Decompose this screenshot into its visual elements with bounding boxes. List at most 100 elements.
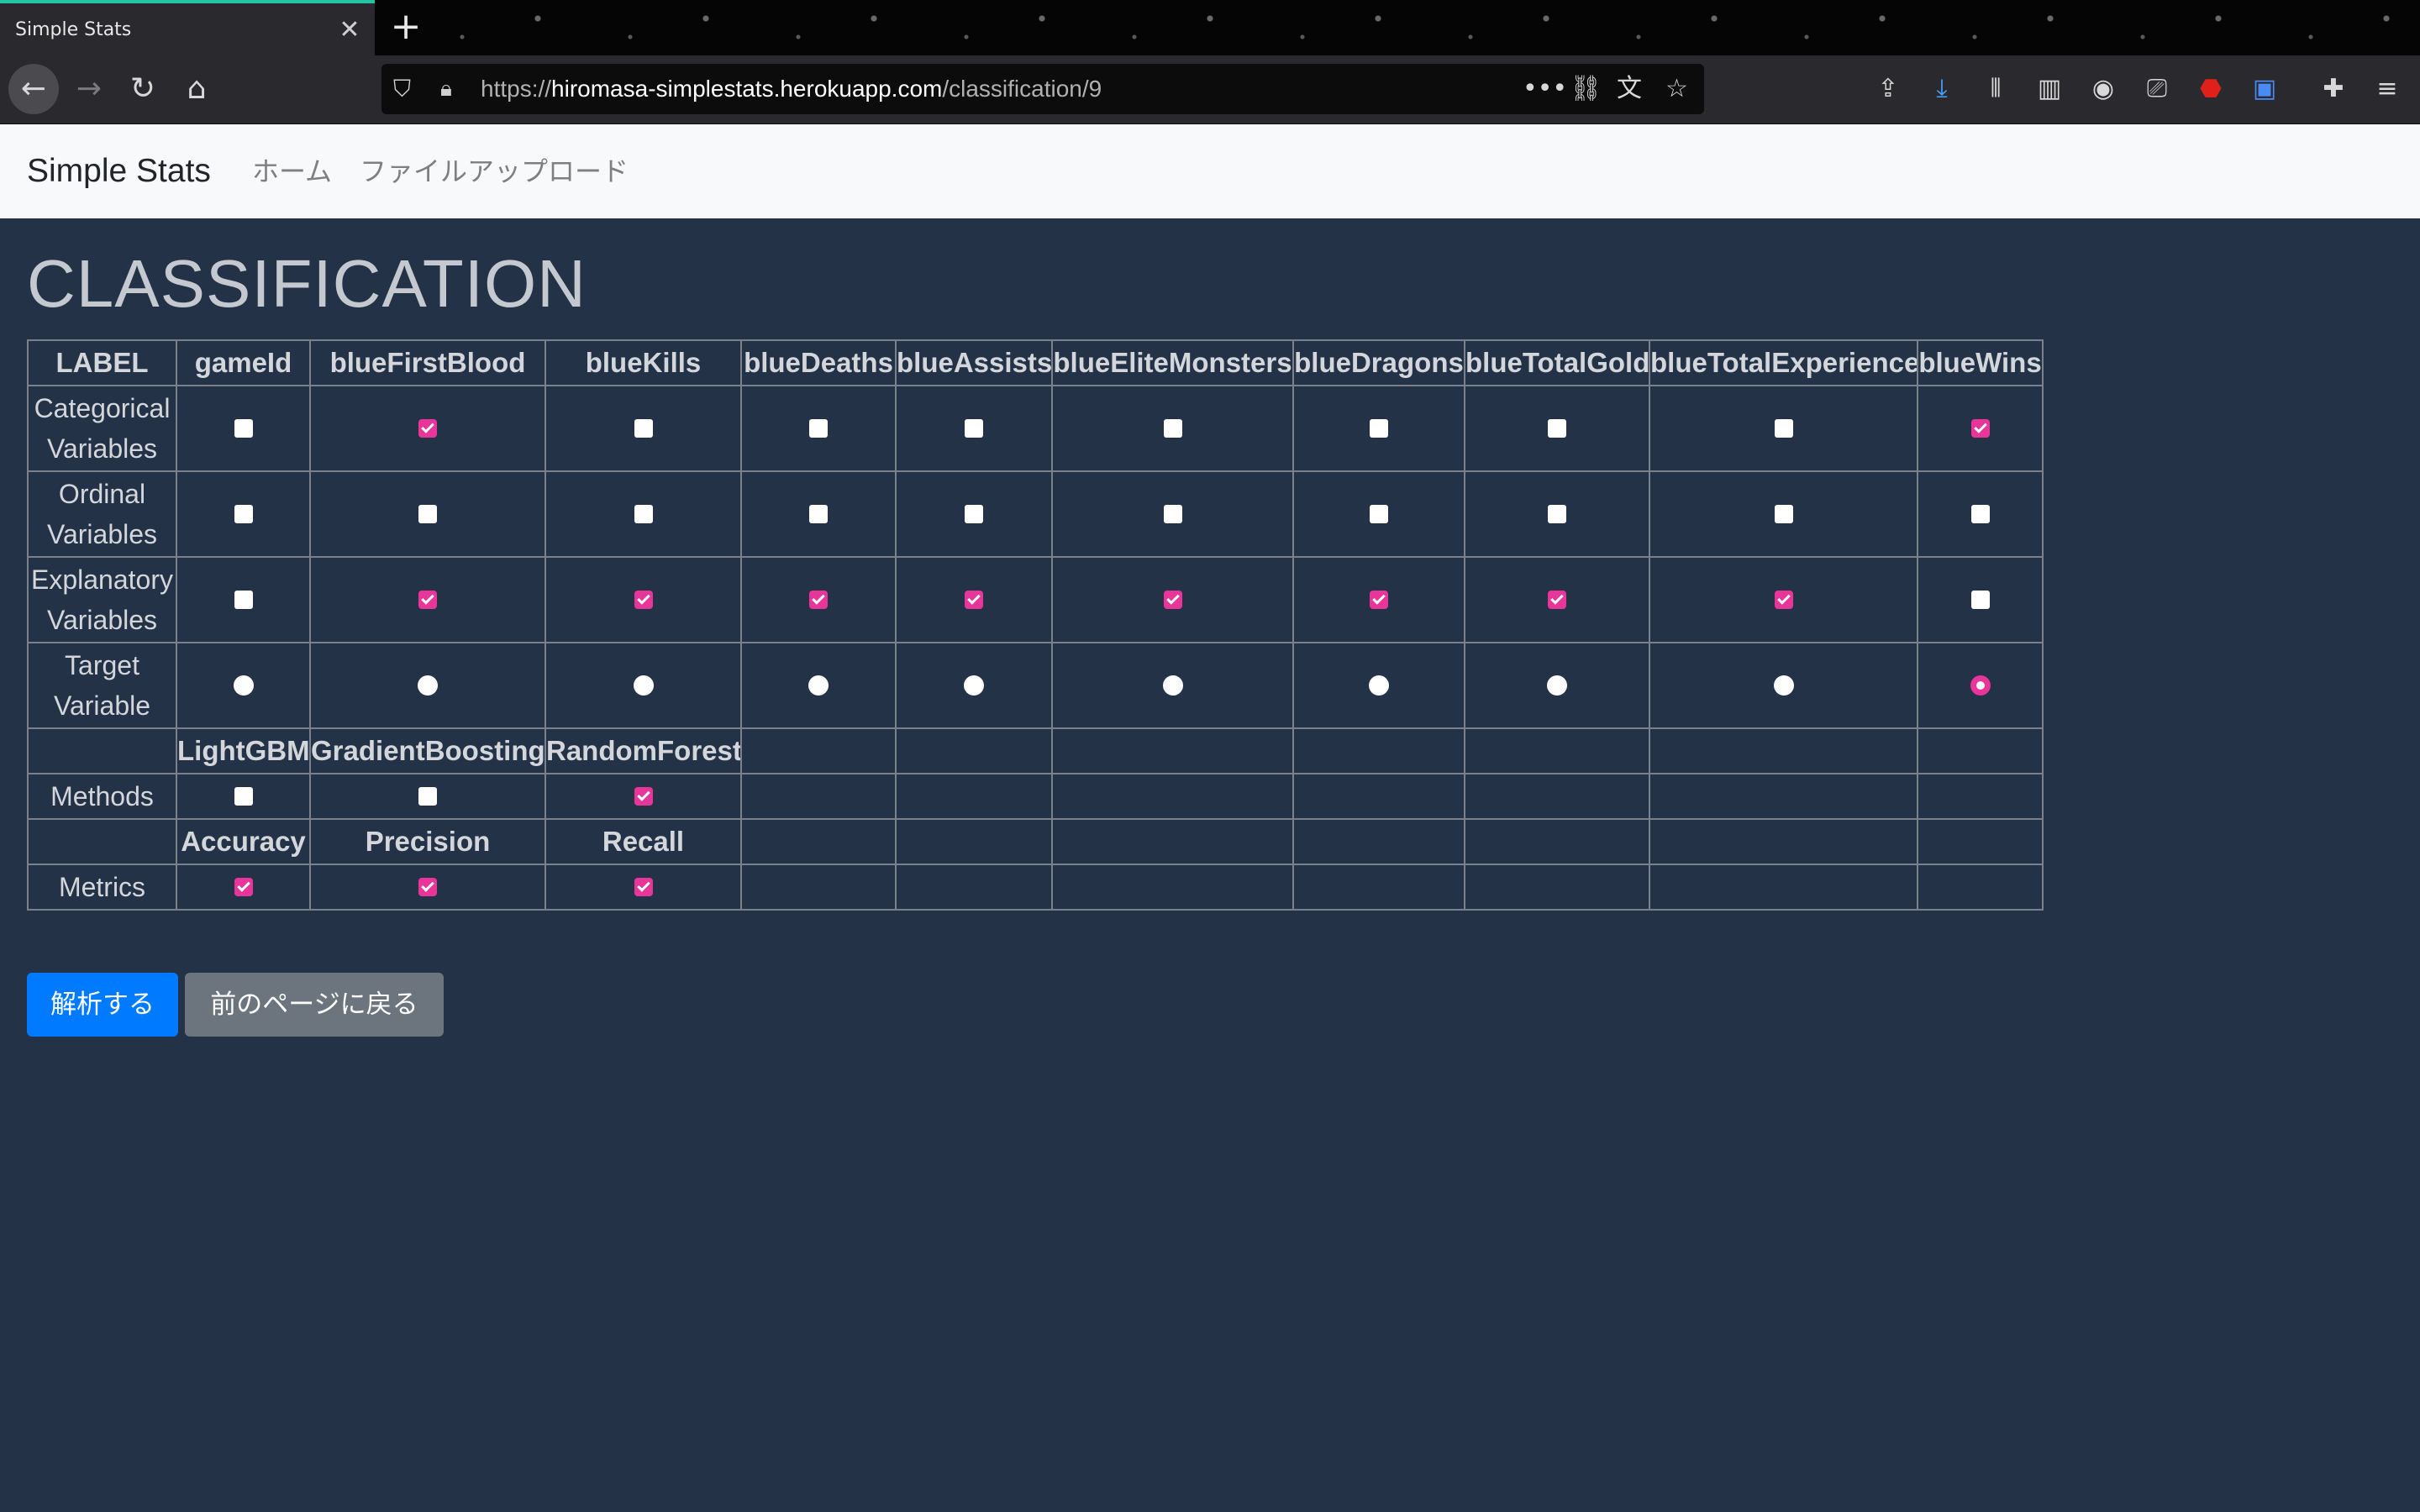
row-label: Explanatory Variables	[27, 556, 177, 643]
ordinal-checkbox[interactable]	[634, 505, 653, 523]
ordinal-checkbox[interactable]	[1163, 505, 1182, 523]
explanatory-row: Explanatory Variables	[27, 556, 2044, 643]
back-to-previous-page-button[interactable]: 前のページに戻る	[185, 973, 444, 1037]
metric-name: Recall	[544, 818, 742, 865]
metric-checkbox[interactable]	[418, 878, 437, 896]
ordinal-checkbox[interactable]	[1970, 505, 1990, 523]
extensions-icon[interactable]: ✚	[2312, 64, 2354, 114]
row-label-line: Ordinal	[58, 479, 146, 509]
translate-page-icon[interactable]: 文	[1617, 64, 1642, 114]
method-name: RandomForest	[544, 727, 742, 774]
explanatory-checkbox[interactable]	[965, 591, 983, 609]
variable-table: LABEL gameId blueFirstBlood blueKills bl…	[27, 339, 2044, 911]
target-radio[interactable]	[233, 675, 254, 696]
target-radio[interactable]	[1162, 675, 1183, 696]
row-label-line: Variable	[53, 690, 151, 721]
brand-link[interactable]: Simple Stats	[27, 124, 211, 218]
forward-icon[interactable]: →	[64, 64, 114, 114]
ordinal-checkbox[interactable]	[234, 505, 253, 523]
nav-link-file-upload[interactable]: ファイルアップロード	[360, 124, 629, 218]
ordinal-checkbox[interactable]	[1548, 505, 1566, 523]
categorical-checkbox[interactable]	[1970, 419, 1990, 438]
target-radio[interactable]	[964, 675, 984, 696]
explanatory-checkbox[interactable]	[1970, 591, 1990, 609]
target-radio[interactable]	[1773, 675, 1794, 696]
column-header: blueWins	[1917, 339, 2044, 386]
reload-icon[interactable]: ↻	[118, 64, 168, 114]
library-icon[interactable]: ⫴	[1975, 64, 2017, 114]
explanatory-checkbox[interactable]	[1774, 591, 1793, 609]
ublock-icon[interactable]: ⬣	[2190, 64, 2232, 114]
categorical-checkbox[interactable]	[1774, 419, 1793, 438]
target-radio[interactable]	[1369, 675, 1389, 696]
url-text[interactable]: https://hiromasa-simplestats.herokuapp.c…	[481, 64, 1102, 114]
page-actions-icon[interactable]: •••	[1523, 64, 1567, 114]
target-radio[interactable]	[808, 675, 829, 696]
row-label: Categorical Variables	[27, 385, 177, 472]
ordinal-checkbox[interactable]	[965, 505, 983, 523]
categorical-row: Categorical Variables	[27, 385, 2044, 472]
nav-link-home[interactable]: ホーム	[252, 124, 332, 218]
metrics-header-row: Accuracy Precision Recall	[27, 818, 2044, 865]
translate-icon[interactable]: ▣	[2244, 64, 2286, 114]
row-label-line: Target	[65, 650, 139, 680]
categorical-checkbox[interactable]	[1370, 419, 1388, 438]
categorical-checkbox[interactable]	[1163, 419, 1182, 438]
download-icon[interactable]: ⤓	[1921, 64, 1963, 114]
ordinal-checkbox[interactable]	[1774, 505, 1793, 523]
explanatory-checkbox[interactable]	[418, 591, 437, 609]
methods-row: Methods	[27, 773, 2044, 820]
analyze-button[interactable]: 解析する	[27, 973, 178, 1037]
explanatory-checkbox[interactable]	[1370, 591, 1388, 609]
back-icon[interactable]: ←	[8, 64, 59, 114]
explanatory-checkbox[interactable]	[1548, 591, 1566, 609]
method-checkbox[interactable]	[234, 787, 253, 806]
tracking-shield-icon[interactable]: ⛉	[393, 64, 411, 114]
page-title: CLASSIFICATION	[27, 246, 587, 321]
ordinal-checkbox[interactable]	[1370, 505, 1388, 523]
row-label-line: Variables	[46, 519, 158, 549]
label-header: LABEL	[27, 339, 177, 386]
new-tab-button[interactable]: +	[387, 0, 425, 55]
explanatory-checkbox[interactable]	[809, 591, 828, 609]
target-radio[interactable]	[1547, 675, 1567, 696]
target-radio[interactable]	[418, 675, 438, 696]
categorical-checkbox[interactable]	[809, 419, 828, 438]
target-radio[interactable]	[1970, 675, 1991, 696]
explanatory-checkbox[interactable]	[634, 591, 653, 609]
method-checkbox[interactable]	[634, 787, 653, 806]
ordinal-checkbox[interactable]	[418, 505, 437, 523]
categorical-checkbox[interactable]	[1548, 419, 1566, 438]
sidebar-icon[interactable]: ▥	[2028, 64, 2070, 114]
link-icon[interactable]: ⛓	[1570, 64, 1602, 114]
empty-cell	[27, 818, 177, 865]
pocket-save-icon[interactable]: ⇪	[1867, 64, 1909, 114]
column-header: blueTotalGold	[1464, 339, 1650, 386]
method-checkbox[interactable]	[418, 787, 437, 806]
metric-name: Accuracy	[176, 818, 311, 865]
bookmark-star-icon[interactable]: ☆	[1665, 64, 1688, 114]
ordinal-checkbox[interactable]	[809, 505, 828, 523]
menu-icon[interactable]: ≡	[2366, 64, 2408, 114]
metric-checkbox[interactable]	[234, 878, 253, 896]
categorical-checkbox[interactable]	[234, 419, 253, 438]
row-label: Metrics	[27, 864, 177, 911]
url-bar[interactable]: ⛉ 🔒︎ https://hiromasa-simplestats.heroku…	[381, 64, 1704, 114]
account-icon[interactable]: ◉	[2082, 64, 2124, 114]
metric-checkbox[interactable]	[634, 878, 653, 896]
browser-tab[interactable]: Simple Stats ✕	[0, 0, 375, 55]
categorical-checkbox[interactable]	[965, 419, 983, 438]
explanatory-checkbox[interactable]	[234, 591, 253, 609]
explanatory-checkbox[interactable]	[1163, 591, 1182, 609]
categorical-checkbox[interactable]	[418, 419, 437, 438]
tab-close-icon[interactable]: ✕	[324, 15, 375, 45]
url-path: /classification/9	[942, 76, 1102, 102]
column-header: blueKills	[544, 339, 742, 386]
home-icon[interactable]: ⌂	[171, 64, 222, 114]
screenshot-icon[interactable]: ⎚	[2136, 64, 2178, 114]
row-label-line: Categorical	[34, 393, 171, 423]
categorical-checkbox[interactable]	[634, 419, 653, 438]
lock-icon[interactable]: 🔒︎	[440, 64, 452, 114]
metrics-row: Metrics	[27, 864, 2044, 911]
target-radio[interactable]	[633, 675, 654, 696]
